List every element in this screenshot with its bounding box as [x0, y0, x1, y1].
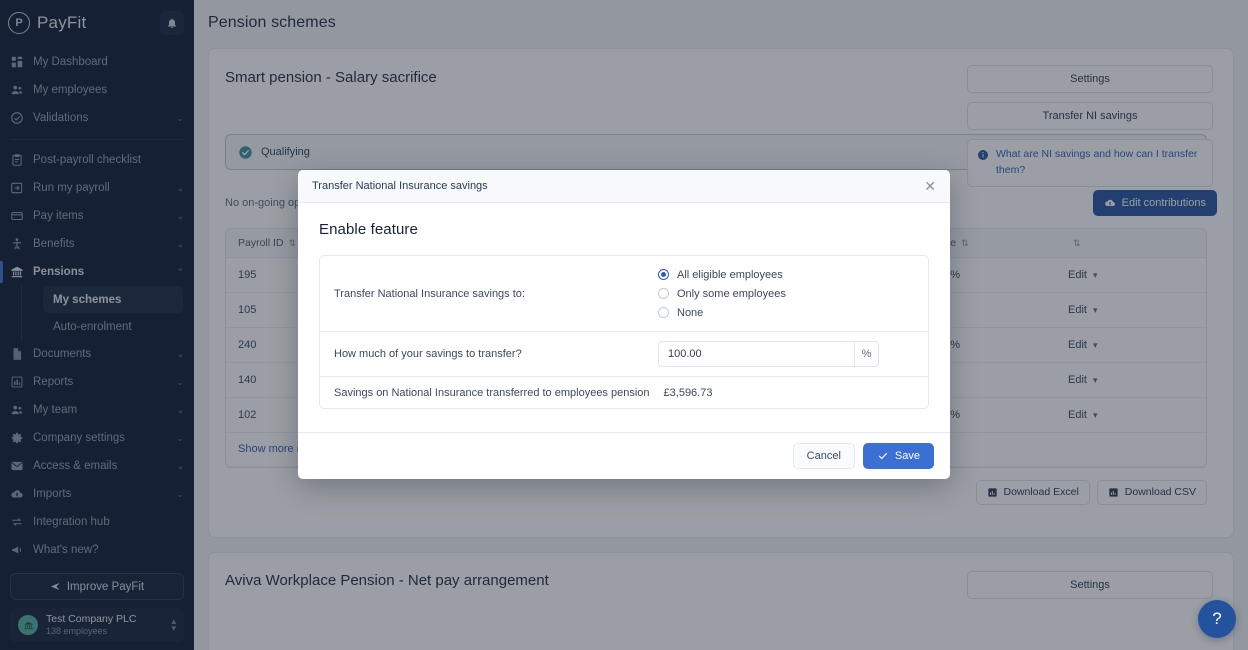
question-mark-icon: ?	[1212, 609, 1222, 628]
radio-label: All eligible employees	[677, 268, 783, 281]
modal-body: Enable feature Transfer National Insuran…	[298, 203, 950, 432]
radio-only-some-employees[interactable]: Only some employees	[658, 284, 786, 303]
radio-label: Only some employees	[677, 287, 786, 300]
transfer-ni-savings-modal: Transfer National Insurance savings ✕ En…	[298, 170, 950, 479]
settings-panel: Transfer National Insurance savings to: …	[319, 255, 929, 409]
total-savings-row: Savings on National Insurance transferre…	[320, 377, 928, 408]
cancel-label: Cancel	[806, 450, 841, 462]
transfer-amount-input[interactable]	[658, 341, 854, 367]
cancel-button[interactable]: Cancel	[792, 443, 855, 469]
radio-button-icon[interactable]	[658, 269, 669, 280]
percent-suffix: %	[854, 341, 879, 367]
modal-title: Transfer National Insurance savings	[312, 180, 488, 192]
transfer-amount-field: %	[658, 341, 879, 367]
help-button[interactable]: ?	[1198, 600, 1236, 638]
check-icon	[877, 450, 889, 462]
radio-label: None	[677, 306, 704, 319]
radio-all-eligible-employees[interactable]: All eligible employees	[658, 265, 786, 284]
radio-button-icon[interactable]	[658, 307, 669, 318]
total-savings-label: Savings on National Insurance transferre…	[334, 386, 650, 399]
app-root: P PayFit My Dashboard My employees Valid…	[0, 0, 1248, 650]
transfer-target-question: Transfer National Insurance savings to:	[334, 287, 525, 300]
transfer-amount-question: How much of your savings to transfer?	[334, 348, 522, 360]
transfer-amount-row: How much of your savings to transfer? %	[320, 332, 928, 377]
radio-none[interactable]: None	[658, 303, 786, 322]
modal-footer: Cancel Save	[298, 432, 950, 479]
modal-heading: Enable feature	[319, 221, 418, 238]
radio-button-icon[interactable]	[658, 288, 669, 299]
transfer-target-row: Transfer National Insurance savings to: …	[320, 256, 928, 332]
transfer-target-options: All eligible employees Only some employe…	[658, 265, 786, 322]
close-icon[interactable]: ✕	[924, 179, 936, 193]
save-button[interactable]: Save	[862, 443, 934, 469]
modal-header: Transfer National Insurance savings ✕	[298, 170, 950, 203]
total-savings-value: £3,596.73	[663, 386, 713, 399]
save-label: Save	[894, 450, 920, 462]
